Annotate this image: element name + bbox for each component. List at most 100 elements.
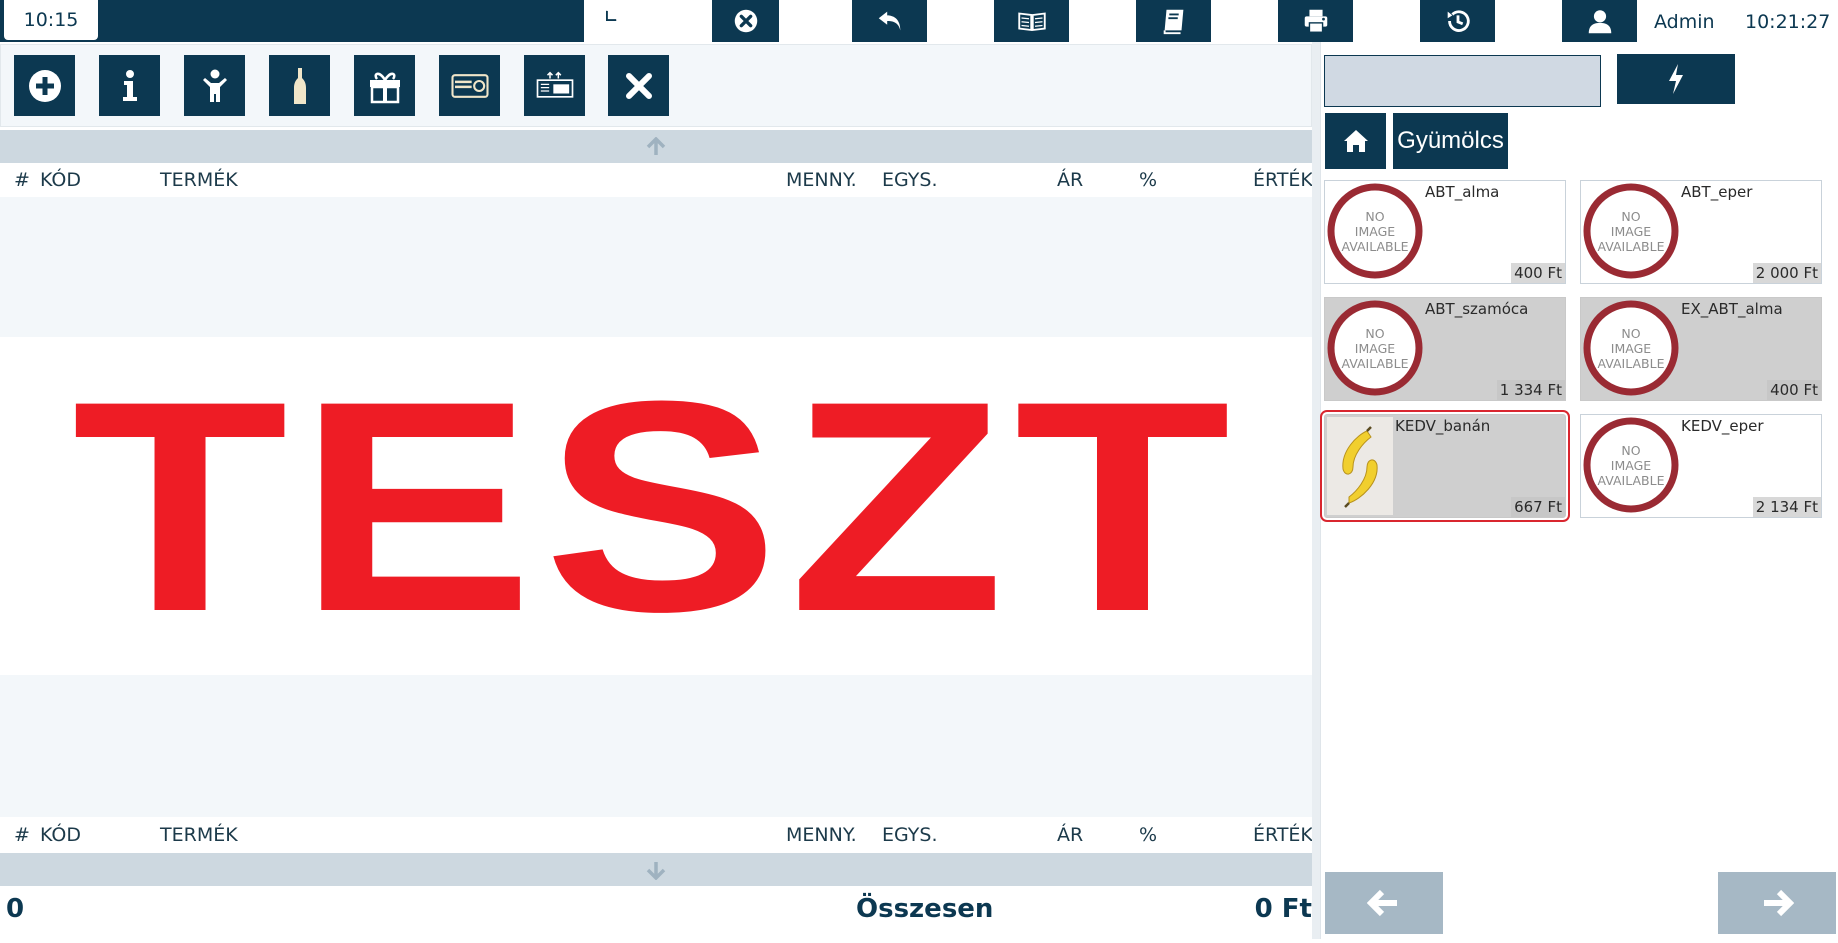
book-icon[interactable] <box>1136 0 1211 42</box>
product-tile[interactable]: NO IMAGE AVAILABLE ABT_eper 2 000 Ft <box>1580 180 1822 284</box>
column-product: TERMÉK <box>160 169 238 191</box>
home-button[interactable] <box>1325 113 1386 169</box>
product-name: ABT_alma <box>1425 183 1500 201</box>
arrow-left-icon <box>1367 889 1397 917</box>
no-image-line: NO <box>1621 326 1641 341</box>
column-value: ÉRTÉK <box>1253 824 1313 846</box>
no-image-line: NO <box>1621 209 1641 224</box>
bottle-icon <box>293 67 306 104</box>
no-image-placeholder: NO IMAGE AVAILABLE <box>1583 300 1679 396</box>
column-product: TERMÉK <box>160 824 238 846</box>
no-image-line: AVAILABLE <box>1597 473 1665 488</box>
no-image-line: AVAILABLE <box>1341 356 1409 371</box>
product-tile[interactable]: KEDV_banán 667 Ft <box>1320 410 1570 522</box>
product-tile[interactable]: NO IMAGE AVAILABLE ABT_alma 400 Ft <box>1324 180 1566 284</box>
arrow-down-icon <box>646 861 666 880</box>
shift-time: 10:15 <box>4 0 98 40</box>
banana-photo <box>1327 417 1393 515</box>
lightning-icon <box>1669 64 1683 94</box>
undo-icon[interactable] <box>852 0 927 42</box>
pie-chart-icon[interactable] <box>584 0 628 42</box>
column-percent: % <box>1139 169 1158 191</box>
arrow-up-icon <box>646 136 666 155</box>
column-code: KÓD <box>40 169 82 191</box>
arrow-right-icon <box>1764 889 1794 917</box>
column-code: KÓD <box>40 824 82 846</box>
history-icon[interactable] <box>1420 0 1495 42</box>
item-count: 0 <box>6 894 25 924</box>
product-name: ABT_eper <box>1681 183 1753 201</box>
product-name: KEDV_banán <box>1395 417 1491 435</box>
home-icon <box>1343 130 1368 152</box>
watermark-text: TESZT <box>71 338 1241 674</box>
previous-page-button[interactable] <box>1325 872 1443 934</box>
no-image-placeholder: NO IMAGE AVAILABLE <box>1327 183 1423 279</box>
child-icon <box>202 69 227 102</box>
user-icon[interactable] <box>1562 0 1637 42</box>
product-price: 667 Ft <box>1511 497 1565 517</box>
close-icon <box>625 72 652 99</box>
no-image-line: AVAILABLE <box>1341 239 1409 254</box>
cancel-button[interactable] <box>608 55 669 116</box>
product-price: 2 000 Ft <box>1752 263 1821 283</box>
add-button[interactable] <box>14 55 75 116</box>
no-image-line: AVAILABLE <box>1597 239 1665 254</box>
action-toolbar <box>0 44 1312 127</box>
panel-divider <box>1312 42 1320 939</box>
product-name: EX_ABT_alma <box>1681 300 1783 318</box>
column-num: # <box>14 169 30 191</box>
card-icon <box>450 73 489 98</box>
no-image-line: NO <box>1365 326 1385 341</box>
current-time: 10:21:27 <box>1745 11 1831 33</box>
scroll-up-button[interactable] <box>0 130 1312 163</box>
quick-search-button[interactable] <box>1617 54 1735 104</box>
table-footer-header: # KÓD TERMÉK MENNY. EGYS. ÁR % ÉRTÉK <box>0 818 1313 852</box>
product-name: ABT_szamóca <box>1425 300 1529 318</box>
no-image-placeholder: NO IMAGE AVAILABLE <box>1327 300 1423 396</box>
printer-icon[interactable] <box>1278 0 1353 42</box>
top-bar: 10:15 Admin 10:21:27 <box>0 0 1838 42</box>
next-page-button[interactable] <box>1718 872 1836 934</box>
child-button[interactable] <box>184 55 245 116</box>
price-tag-button[interactable] <box>524 55 585 116</box>
user-name: Admin <box>1654 11 1715 33</box>
info-button[interactable] <box>99 55 160 116</box>
column-quantity: MENNY. <box>786 824 857 846</box>
column-quantity: MENNY. <box>786 169 857 191</box>
open-book-icon[interactable] <box>994 0 1069 42</box>
product-price: 400 Ft <box>1511 263 1565 283</box>
product-tile[interactable]: NO IMAGE AVAILABLE KEDV_eper 2 134 Ft <box>1580 414 1822 518</box>
no-image-line: NO <box>1621 443 1641 458</box>
total-value: 0 Ft <box>1254 894 1312 924</box>
gift-button[interactable] <box>354 55 415 116</box>
no-image-placeholder: NO IMAGE AVAILABLE <box>1583 417 1679 513</box>
no-image-placeholder: NO IMAGE AVAILABLE <box>1583 183 1679 279</box>
bottle-button[interactable] <box>269 55 330 116</box>
close-circle-icon[interactable] <box>712 0 779 42</box>
total-label: Összesen <box>856 894 994 924</box>
add-icon <box>28 69 61 102</box>
info-icon <box>122 69 137 101</box>
card-button[interactable] <box>439 55 500 116</box>
product-price: 1 334 Ft <box>1496 380 1565 400</box>
product-tile[interactable]: NO IMAGE AVAILABLE ABT_szamóca 1 334 Ft <box>1324 297 1566 401</box>
category-button[interactable]: Gyümölcs <box>1393 113 1508 169</box>
product-tile[interactable]: NO IMAGE AVAILABLE EX_ABT_alma 400 Ft <box>1580 297 1822 401</box>
search-input[interactable] <box>1324 55 1601 107</box>
total-bar: 0 Összesen 0 Ft <box>0 887 1312 937</box>
no-image-line: IMAGE <box>1610 458 1652 473</box>
column-num: # <box>14 824 30 846</box>
no-image-line: NO <box>1365 209 1385 224</box>
column-unit: EGYS. <box>882 824 938 846</box>
no-image-line: IMAGE <box>1610 341 1652 356</box>
product-price: 2 134 Ft <box>1752 497 1821 517</box>
no-image-line: IMAGE <box>1354 341 1396 356</box>
column-percent: % <box>1139 824 1158 846</box>
product-price: 400 Ft <box>1767 380 1821 400</box>
gift-icon <box>369 72 400 103</box>
no-image-line: AVAILABLE <box>1597 356 1665 371</box>
column-unit: EGYS. <box>882 169 938 191</box>
column-price: ÁR <box>1057 824 1084 846</box>
scroll-down-button[interactable] <box>0 853 1312 886</box>
test-watermark: TESZT <box>0 337 1312 675</box>
